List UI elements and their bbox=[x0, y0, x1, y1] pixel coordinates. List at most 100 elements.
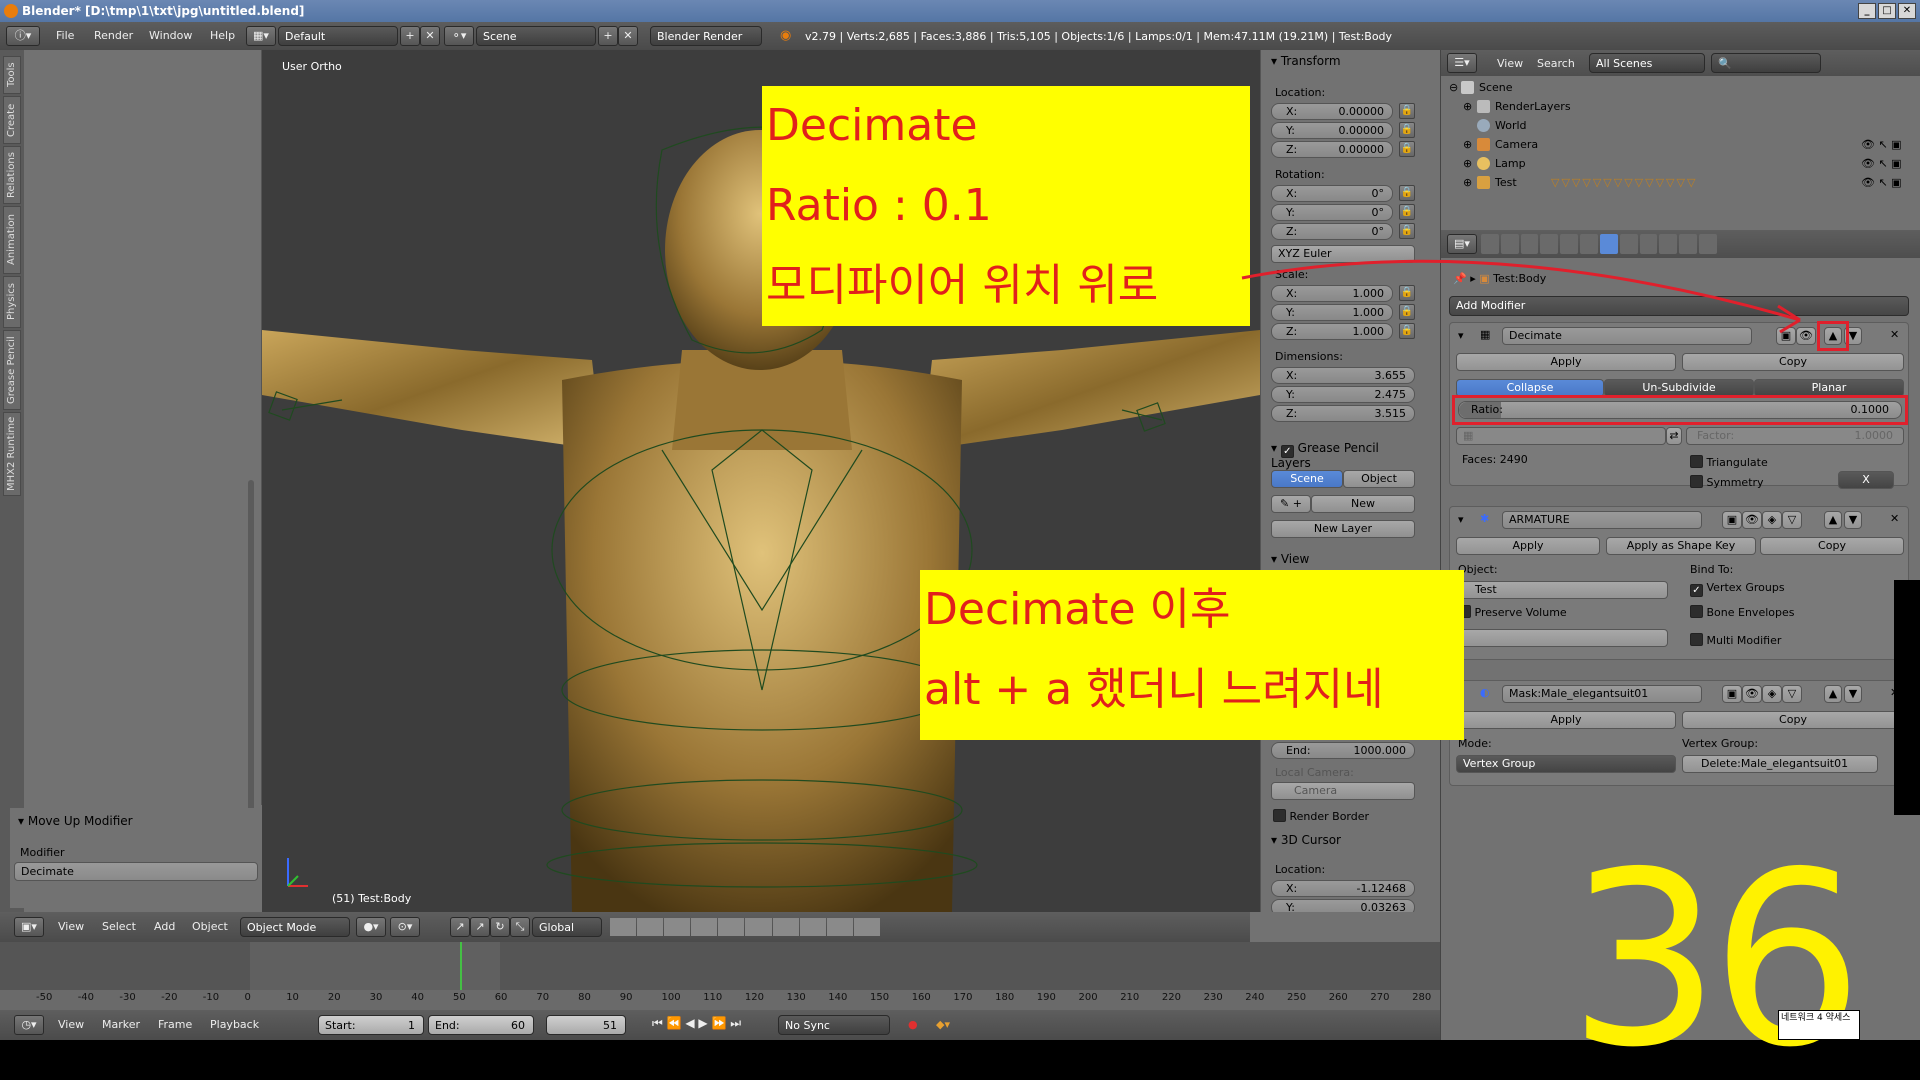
record-icon[interactable]: ● bbox=[908, 1018, 918, 1031]
close-window-button[interactable]: ✕ bbox=[1898, 3, 1916, 19]
mask-apply-button[interactable]: Apply bbox=[1456, 711, 1676, 729]
3d-cursor-panel-header[interactable]: ▾ 3D Cursor bbox=[1271, 833, 1341, 847]
clip-end-field[interactable]: End: 1000.000 bbox=[1271, 742, 1415, 759]
lock-icon[interactable]: 🔒 bbox=[1399, 103, 1415, 119]
location-z-field[interactable]: Z: 0.00000 bbox=[1271, 141, 1393, 158]
sync-select[interactable]: No Sync bbox=[778, 1015, 890, 1035]
grease-new-button[interactable]: New bbox=[1311, 495, 1415, 513]
layout-remove-icon[interactable]: ✕ bbox=[420, 26, 440, 46]
cursor-x-field[interactable]: X: -1.12468 bbox=[1271, 880, 1415, 897]
outliner-row-lamp[interactable]: ⊕ Lamp 👁 ↖ ▣ bbox=[1441, 154, 1920, 173]
vertex-group-field[interactable]: ▦ bbox=[1456, 427, 1666, 445]
viewport-eye-icon[interactable]: 👁 bbox=[1742, 685, 1762, 703]
preserve-volume-checkbox[interactable]: Preserve Volume bbox=[1458, 603, 1567, 619]
remove-modifier-icon[interactable]: ✕ bbox=[1890, 328, 1899, 341]
scene-remove-icon[interactable]: ✕ bbox=[618, 26, 638, 46]
move-down-icon[interactable]: ▼ bbox=[1844, 685, 1862, 703]
multi-modifier-checkbox[interactable]: Multi Modifier bbox=[1690, 631, 1781, 647]
vp-menu-add[interactable]: Add bbox=[154, 920, 175, 933]
tab-mhx2-runtime[interactable]: MHX2 Runtime bbox=[3, 412, 21, 496]
tab-animation[interactable]: Animation bbox=[3, 206, 21, 274]
layout-select[interactable]: Default bbox=[278, 26, 398, 46]
rotation-x-field[interactable]: X: 0° bbox=[1271, 185, 1393, 202]
lock-icon[interactable]: 🔒 bbox=[1399, 223, 1415, 239]
maximize-button[interactable]: □ bbox=[1878, 3, 1896, 19]
menu-file[interactable]: File bbox=[56, 29, 74, 42]
render-toggle-icon[interactable]: ▣ bbox=[1722, 685, 1742, 703]
editmode-icon[interactable]: ◈ bbox=[1762, 511, 1782, 529]
local-camera-field[interactable]: Camera bbox=[1271, 782, 1415, 800]
lock-icon[interactable]: 🔒 bbox=[1399, 185, 1415, 201]
vp-menu-select[interactable]: Select bbox=[102, 920, 136, 933]
start-frame-field[interactable]: Start: 1 bbox=[318, 1015, 424, 1035]
tl-menu-playback[interactable]: Playback bbox=[210, 1018, 259, 1031]
outliner-row-scene[interactable]: ⊖ Scene bbox=[1441, 78, 1920, 97]
layout-add-icon[interactable]: + bbox=[400, 26, 420, 46]
move-down-icon[interactable]: ▼ bbox=[1844, 511, 1862, 529]
view-panel-header[interactable]: ▾ View bbox=[1271, 552, 1309, 566]
tab-physics[interactable]: Physics bbox=[3, 276, 21, 328]
armature-apply-button[interactable]: Apply bbox=[1456, 537, 1600, 555]
viewport-eye-icon[interactable]: 👁 bbox=[1742, 511, 1762, 529]
grease-object-button[interactable]: Object bbox=[1343, 470, 1415, 488]
editor-type-3d-icon[interactable]: ▣▾ bbox=[14, 917, 44, 937]
outliner-filter-select[interactable]: All Scenes bbox=[1589, 53, 1705, 73]
menu-render[interactable]: Render bbox=[94, 29, 133, 42]
layer-buttons[interactable] bbox=[610, 918, 880, 936]
tab-relations[interactable]: Relations bbox=[3, 146, 21, 204]
tab-create[interactable]: Create bbox=[3, 96, 21, 144]
invert-icon[interactable]: ⇄ bbox=[1666, 427, 1682, 445]
manipulator-icon[interactable]: ↗ bbox=[450, 917, 470, 937]
outliner-row-renderlayers[interactable]: ⊕ RenderLayers bbox=[1441, 97, 1920, 116]
location-x-field[interactable]: X: 0.00000 bbox=[1271, 103, 1393, 120]
outliner-row-test[interactable]: ⊕ Test ▽▽▽▽▽▽▽▽▽▽▽▽▽▽ 👁 ↖ ▣ bbox=[1441, 173, 1920, 192]
scene-add-icon[interactable]: + bbox=[598, 26, 618, 46]
scene-select[interactable]: Scene bbox=[476, 26, 596, 46]
tl-menu-view[interactable]: View bbox=[58, 1018, 84, 1031]
layout-grid-icon[interactable]: ▦▾ bbox=[246, 26, 276, 46]
tab-grease-pencil[interactable]: Grease Pencil bbox=[3, 330, 21, 410]
armature-vgroup-field[interactable] bbox=[1456, 629, 1668, 647]
dimension-y-field[interactable]: Y: 2.475 bbox=[1271, 386, 1415, 403]
pivot-icon[interactable]: ⊙▾ bbox=[390, 917, 420, 937]
outliner-menu-search[interactable]: Search bbox=[1537, 57, 1575, 70]
outliner-row-camera[interactable]: ⊕ Camera 👁 ↖ ▣ bbox=[1441, 135, 1920, 154]
menu-help[interactable]: Help bbox=[210, 29, 235, 42]
remove-modifier-icon[interactable]: ✕ bbox=[1890, 512, 1899, 525]
scale-icon[interactable]: ⤡ bbox=[510, 917, 530, 937]
tl-menu-frame[interactable]: Frame bbox=[158, 1018, 192, 1031]
lock-icon[interactable]: 🔒 bbox=[1399, 204, 1415, 220]
rotate-icon[interactable]: ↻ bbox=[490, 917, 510, 937]
editmode-icon[interactable]: ◈ bbox=[1762, 685, 1782, 703]
render-toggle-icon[interactable]: ▣ bbox=[1722, 511, 1742, 529]
render-engine-select[interactable]: Blender Render bbox=[650, 26, 762, 46]
modifier-field[interactable]: Decimate bbox=[14, 862, 258, 881]
cage-icon[interactable]: ▽ bbox=[1782, 511, 1802, 529]
location-y-field[interactable]: Y: 0.00000 bbox=[1271, 122, 1393, 139]
dimension-x-field[interactable]: X: 3.655 bbox=[1271, 367, 1415, 384]
tab-tools[interactable]: Tools bbox=[3, 56, 21, 94]
rotation-y-field[interactable]: Y: 0° bbox=[1271, 204, 1393, 221]
armature-copy-button[interactable]: Copy bbox=[1760, 537, 1904, 555]
minimize-button[interactable]: _ bbox=[1858, 3, 1876, 19]
current-frame-field[interactable]: 51 bbox=[546, 1015, 626, 1035]
vp-menu-view[interactable]: View bbox=[58, 920, 84, 933]
armature-name-field[interactable]: ARMATURE bbox=[1502, 511, 1702, 529]
cage-icon[interactable]: ▽ bbox=[1782, 685, 1802, 703]
render-border-checkbox[interactable]: Render Border bbox=[1273, 807, 1369, 823]
apply-as-shape-key-button[interactable]: Apply as Shape Key bbox=[1606, 537, 1756, 555]
symmetry-checkbox[interactable]: Symmetry bbox=[1690, 473, 1764, 489]
translate-icon[interactable]: ↗ bbox=[470, 917, 490, 937]
outliner-menu-view[interactable]: View bbox=[1497, 57, 1523, 70]
menu-window[interactable]: Window bbox=[149, 29, 192, 42]
toolshelf-scrollbar[interactable] bbox=[248, 480, 254, 850]
tl-menu-marker[interactable]: Marker bbox=[102, 1018, 140, 1031]
mode-select[interactable]: Object Mode bbox=[240, 917, 350, 937]
editor-type-outliner-icon[interactable]: ☰▾ bbox=[1447, 53, 1477, 73]
triangulate-checkbox[interactable]: Triangulate bbox=[1690, 453, 1768, 469]
move-up-icon[interactable]: ▲ bbox=[1824, 685, 1842, 703]
grease-pencil-panel-header[interactable]: ▾ ✓ Grease Pencil Layers bbox=[1271, 441, 1418, 470]
outliner-row-world[interactable]: World bbox=[1441, 116, 1920, 135]
mask-copy-button[interactable]: Copy bbox=[1682, 711, 1904, 729]
mask-name-field[interactable]: Mask:Male_elegantsuit01 bbox=[1502, 685, 1702, 703]
